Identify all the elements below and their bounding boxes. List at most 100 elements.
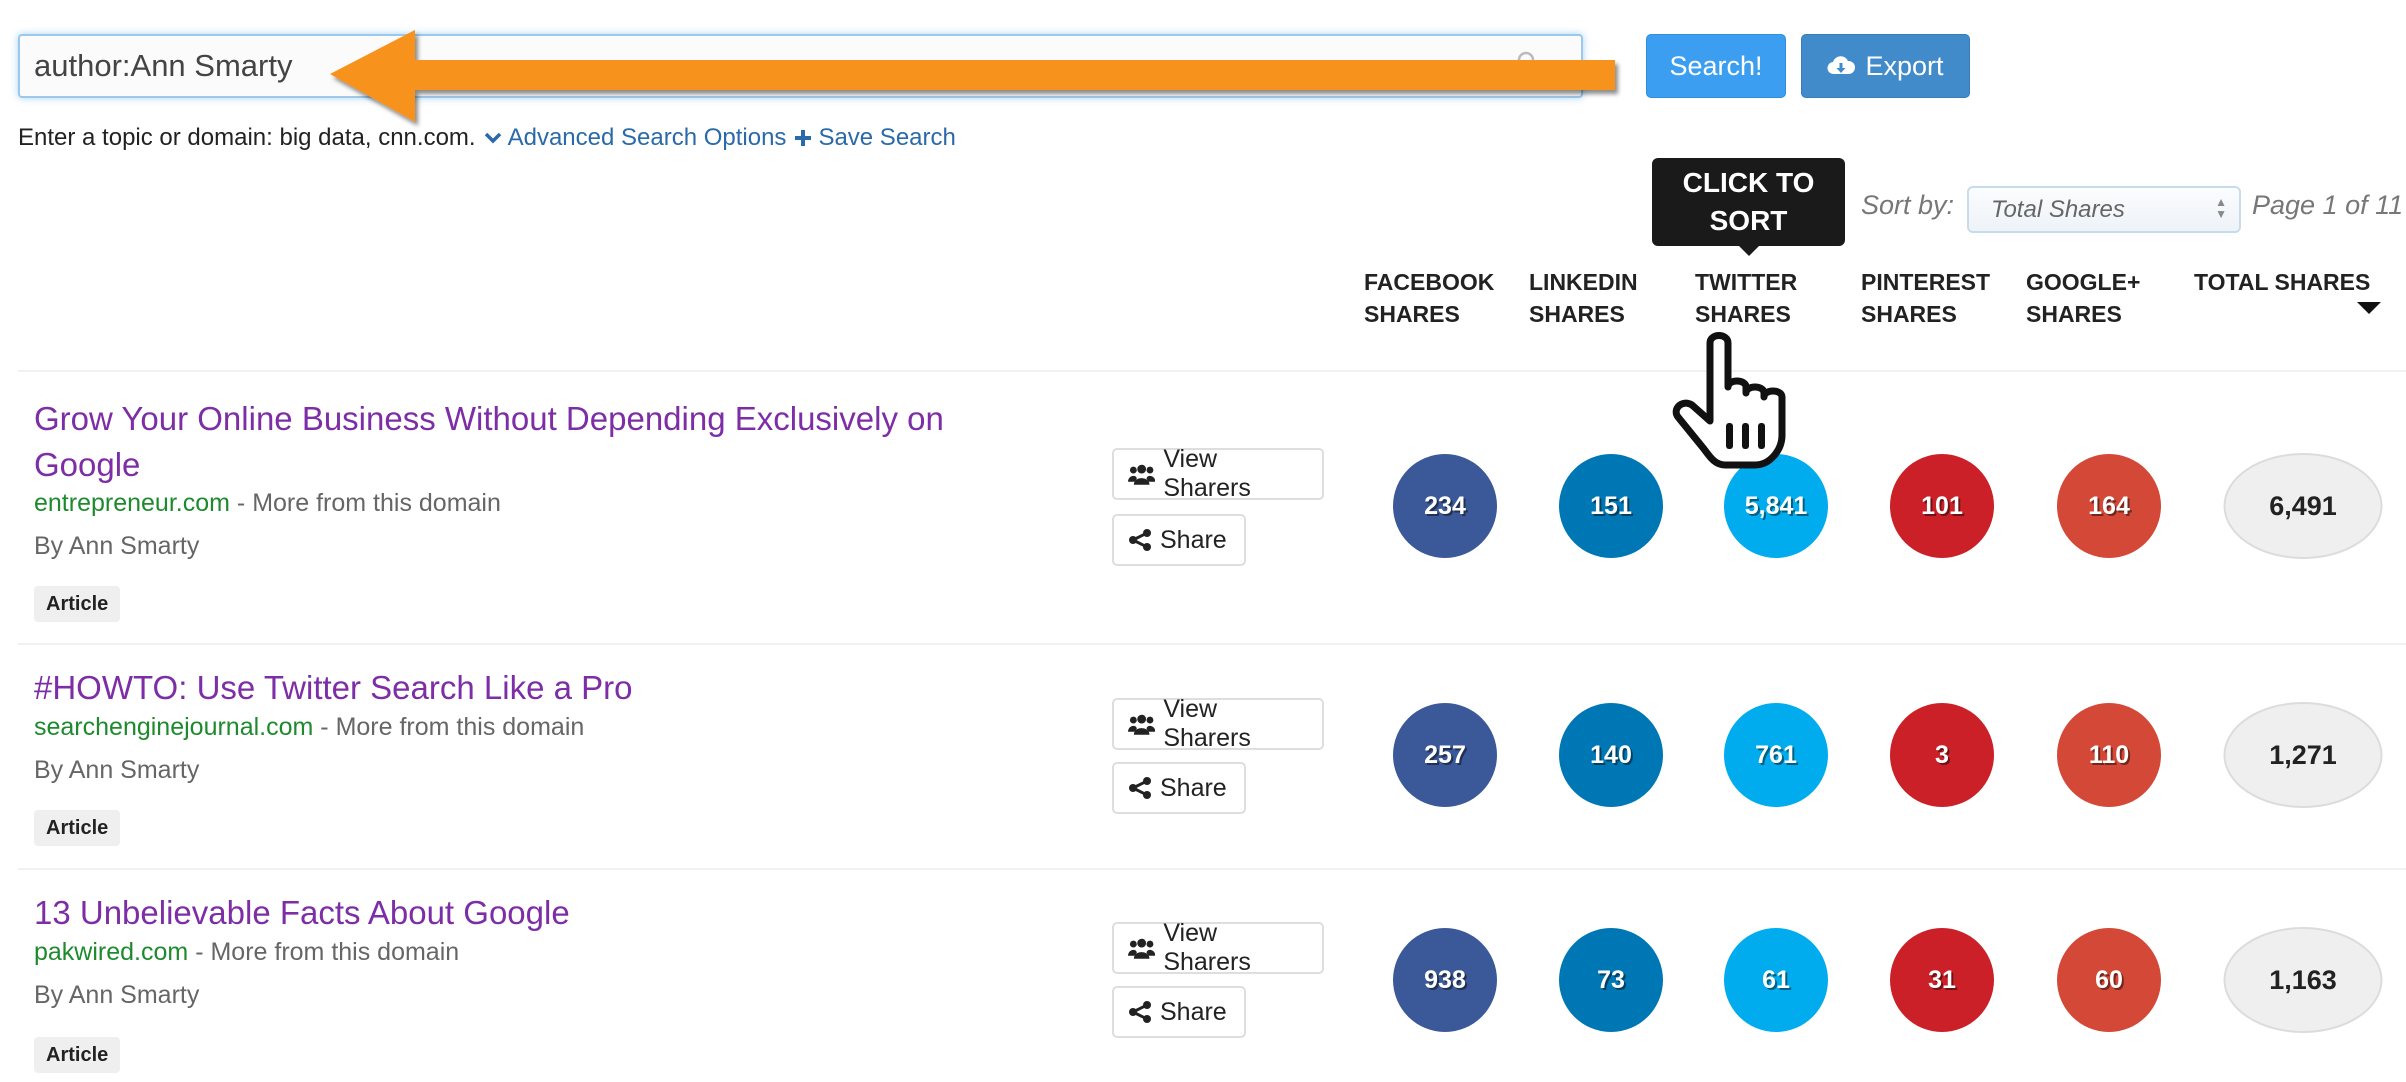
googleplus-shares-count: 164 <box>2057 454 2161 558</box>
tooltip-line-2: SORT <box>1709 205 1788 236</box>
chevron-down-icon <box>484 132 501 144</box>
twitter-shares-count: 761 <box>1724 703 1828 807</box>
share-icon <box>1129 529 1151 551</box>
advanced-search-link[interactable]: Advanced Search Options <box>484 124 787 152</box>
search-helper: Enter a topic or domain: big data, cnn.c… <box>18 124 956 152</box>
result-author: By Ann Smarty <box>34 532 200 560</box>
pinterest-shares-count: 3 <box>1890 703 1994 807</box>
search-button-label: Search! <box>1669 50 1763 81</box>
header-line-2: SHARES <box>2026 301 2122 327</box>
sort-selected-value: Total Shares <box>1991 196 2125 223</box>
content-type-badge: Article <box>34 1037 121 1073</box>
view-sharers-button[interactable]: View Sharers <box>1112 919 1324 976</box>
header-line-1: FACEBOOK <box>1364 269 1495 295</box>
result-domain-line: searchenginejournal.com - More from this… <box>34 713 584 742</box>
share-button[interactable]: Share <box>1112 762 1246 814</box>
sort-descending-icon <box>2357 302 2381 314</box>
export-button[interactable]: Export <box>1801 34 1970 98</box>
column-header-twitter[interactable]: TWITTER SHARES <box>1695 266 1797 330</box>
content-type-badge: Article <box>34 586 121 622</box>
share-button[interactable]: Share <box>1112 986 1246 1038</box>
linkedin-shares-count: 151 <box>1559 454 1663 558</box>
share-label: Share <box>1160 773 1227 802</box>
column-header-facebook[interactable]: FACEBOOK SHARES <box>1364 266 1494 330</box>
linkedin-shares-count: 73 <box>1559 928 1663 1032</box>
header-line-2: SHARES <box>1861 301 1957 327</box>
header-line-1: PINTEREST <box>1861 269 1991 295</box>
row-divider <box>18 370 2406 372</box>
sort-select[interactable]: Total Shares ▲ ▼ <box>1967 186 2241 233</box>
pinterest-shares-count: 31 <box>1890 928 1994 1032</box>
more-from-domain-link[interactable]: More from this domain <box>252 489 501 517</box>
domain-separator: - <box>195 938 204 966</box>
page-indicator: Page 1 of 11 <box>2252 190 2404 220</box>
total-shares-count: 1,271 <box>2223 702 2383 808</box>
twitter-shares-count: 61 <box>1724 928 1828 1032</box>
pinterest-shares-count: 101 <box>1890 454 1994 558</box>
cloud-download-icon <box>1827 56 1856 75</box>
view-sharers-button[interactable]: View Sharers <box>1112 695 1324 752</box>
search-icon <box>1517 51 1539 73</box>
header-line-1: LINKEDIN <box>1529 269 1638 295</box>
users-icon <box>1128 464 1156 485</box>
column-header-linkedin[interactable]: LINKEDIN SHARES <box>1529 266 1638 330</box>
click-to-sort-tooltip: CLICK TO SORT <box>1652 158 1845 246</box>
share-label: Share <box>1160 997 1227 1026</box>
domain-separator: - <box>320 713 329 741</box>
googleplus-shares-count: 60 <box>2057 928 2161 1032</box>
result-domain-link[interactable]: searchenginejournal.com <box>34 713 313 741</box>
select-arrows-icon: ▲ ▼ <box>2215 195 2227 221</box>
pointer-hand-icon <box>1672 332 1786 469</box>
result-domain-link[interactable]: entrepreneur.com <box>34 489 230 517</box>
view-sharers-label: View Sharers <box>1163 695 1251 752</box>
column-header-pinterest[interactable]: PINTEREST SHARES <box>1861 266 1990 330</box>
share-button[interactable]: Share <box>1112 514 1246 566</box>
view-sharers-label: View Sharers <box>1163 445 1251 502</box>
share-label: Share <box>1160 525 1227 554</box>
users-icon <box>1128 714 1156 735</box>
linkedin-shares-count: 140 <box>1559 703 1663 807</box>
column-header-total[interactable]: TOTAL SHARES <box>2194 266 2370 298</box>
helper-text: Enter a topic or domain: big data, cnn.c… <box>18 124 476 151</box>
domain-separator: - <box>236 489 246 517</box>
total-shares-count: 1,163 <box>2223 927 2383 1033</box>
header-line-1: TWITTER <box>1695 269 1798 295</box>
total-shares-count: 6,491 <box>2223 453 2383 559</box>
advanced-search-label: Advanced Search Options <box>507 124 787 151</box>
more-from-domain-link[interactable]: More from this domain <box>210 938 459 966</box>
column-header-googleplus[interactable]: GOOGLE+ SHARES <box>2026 266 2140 330</box>
save-search-link[interactable]: Save Search <box>794 124 956 152</box>
share-icon <box>1129 1001 1151 1023</box>
result-title-link[interactable]: Grow Your Online Business Without Depend… <box>34 396 1034 488</box>
header-line-2: SHARES <box>1364 301 1460 327</box>
header-line-1: GOOGLE+ <box>2026 269 2141 295</box>
share-icon <box>1129 777 1151 799</box>
search-input[interactable] <box>18 34 1583 98</box>
facebook-shares-count: 938 <box>1393 928 1497 1032</box>
result-domain-line: pakwired.com - More from this domain <box>34 938 459 967</box>
result-domain-link[interactable]: pakwired.com <box>34 938 188 966</box>
users-icon <box>1128 938 1156 959</box>
export-button-label: Export <box>1865 50 1944 81</box>
facebook-shares-count: 234 <box>1393 454 1497 558</box>
view-sharers-label: View Sharers <box>1163 919 1251 976</box>
result-author: By Ann Smarty <box>34 756 200 784</box>
view-sharers-button[interactable]: View Sharers <box>1112 445 1324 502</box>
more-from-domain-link[interactable]: More from this domain <box>336 713 585 741</box>
facebook-shares-count: 257 <box>1393 703 1497 807</box>
sort-by-label: Sort by: <box>1861 190 1955 220</box>
result-title-link[interactable]: #HOWTO: Use Twitter Search Like a Pro <box>34 665 1034 711</box>
tooltip-line-1: CLICK TO <box>1682 167 1815 198</box>
header-line-2: SHARES <box>1695 301 1791 327</box>
twitter-shares-count: 5,841 <box>1724 454 1828 558</box>
row-divider <box>18 643 2406 645</box>
tooltip-tail <box>1739 246 1759 256</box>
header-line-1: TOTAL SHARES <box>2194 269 2371 295</box>
row-divider <box>18 868 2406 870</box>
header-line-2: SHARES <box>1529 301 1625 327</box>
content-type-badge: Article <box>34 810 121 846</box>
result-domain-line: entrepreneur.com - More from this domain <box>34 489 501 518</box>
result-author: By Ann Smarty <box>34 981 200 1009</box>
result-title-link[interactable]: 13 Unbelievable Facts About Google <box>34 890 1034 936</box>
search-button[interactable]: Search! <box>1646 34 1786 98</box>
